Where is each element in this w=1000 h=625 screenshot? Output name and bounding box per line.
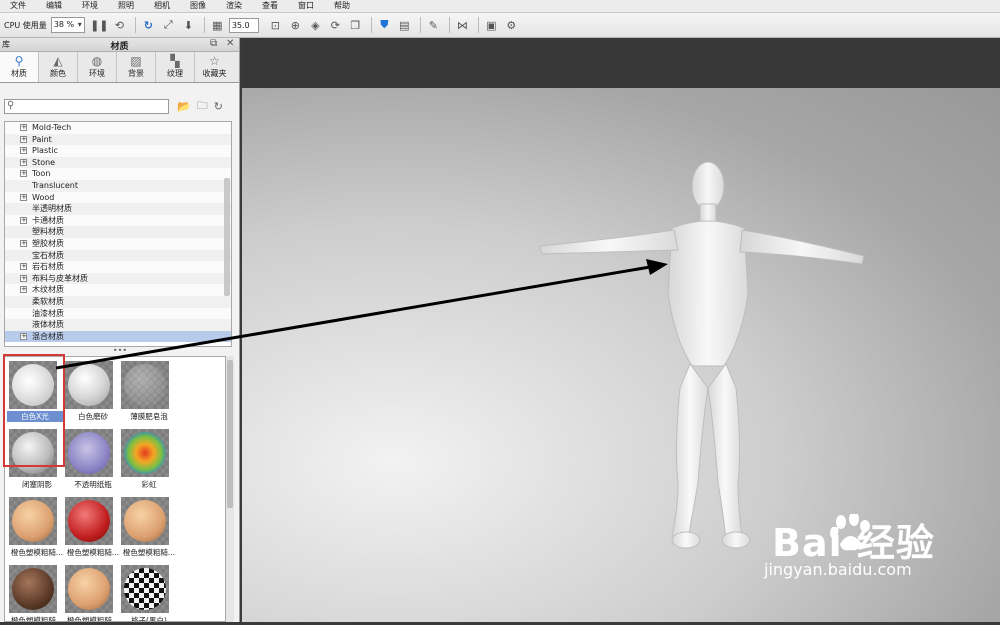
- watermark-url: jingyan.baidu.com: [764, 560, 912, 579]
- paw-logo-icon: [830, 514, 870, 551]
